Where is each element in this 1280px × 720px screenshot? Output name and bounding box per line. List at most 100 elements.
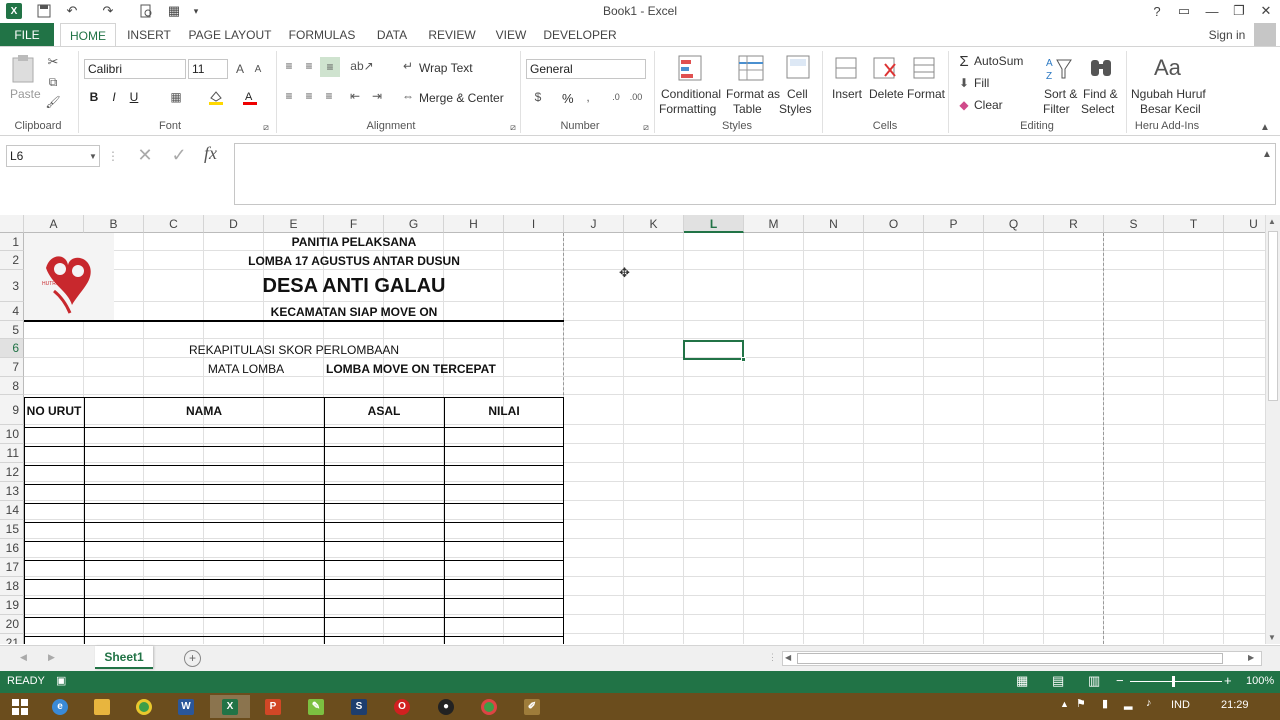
fill-label[interactable]: Fill <box>974 76 989 90</box>
page-break-view-icon[interactable]: ▥ <box>1088 673 1100 689</box>
column-header-s[interactable]: S <box>1104 215 1164 233</box>
column-header-q[interactable]: Q <box>984 215 1044 233</box>
align-center-icon[interactable]: ≡ <box>300 87 318 105</box>
column-header-f[interactable]: F <box>324 215 384 233</box>
notepad-plus-icon[interactable]: ✎ <box>296 695 336 718</box>
row-header-11[interactable]: 11 <box>0 444 24 463</box>
row-header-17[interactable]: 17 <box>0 558 24 577</box>
column-header-l[interactable]: L <box>684 215 744 233</box>
align-top-icon[interactable]: ≡ <box>280 57 298 75</box>
sheet-tab-sheet1[interactable]: Sheet1 <box>95 646 153 669</box>
scroll-left-icon[interactable]: ◀ <box>785 653 791 662</box>
column-header-r[interactable]: R <box>1044 215 1104 233</box>
column-header-c[interactable]: C <box>144 215 204 233</box>
orientation-icon[interactable]: ab↗ <box>350 57 374 75</box>
column-header-o[interactable]: O <box>864 215 924 233</box>
row-header-3[interactable]: 3 <box>0 270 24 302</box>
cut-icon[interactable]: ✂ <box>44 53 62 71</box>
increase-indent-icon[interactable]: ⇥ <box>368 87 386 105</box>
grow-font-icon[interactable]: A <box>232 59 248 79</box>
volume-icon[interactable]: ♪ <box>1146 697 1152 709</box>
collapse-ribbon-icon[interactable]: ▲ <box>1258 121 1272 133</box>
tab-file[interactable]: FILE <box>0 23 54 47</box>
row-header-2[interactable]: 2 <box>0 251 24 270</box>
normal-view-icon[interactable]: ▦ <box>1016 673 1028 689</box>
ie-icon[interactable]: e <box>40 695 80 718</box>
new-sheet-icon[interactable]: + <box>184 650 201 667</box>
close-button[interactable]: ✕ <box>1252 0 1280 22</box>
autosum-icon[interactable]: Σ <box>956 52 972 70</box>
conditional-formatting-label-1[interactable]: Conditional <box>661 87 721 101</box>
fill-color-icon[interactable] <box>206 87 226 107</box>
paste-label[interactable]: Paste <box>10 87 41 101</box>
scroll-down-icon[interactable]: ▼ <box>1268 633 1276 642</box>
page-layout-view-icon[interactable]: ▤ <box>1052 673 1064 689</box>
clear-label[interactable]: Clear <box>974 98 1003 112</box>
row-header-7[interactable]: 7 <box>0 358 24 377</box>
restore-button[interactable]: ❐ <box>1225 0 1253 22</box>
column-header-i[interactable]: I <box>504 215 564 233</box>
find-select-label-1[interactable]: Find & <box>1083 87 1118 101</box>
ribbon-display-options-icon[interactable]: ▭ <box>1170 0 1198 22</box>
tab-page-layout[interactable]: PAGE LAYOUT <box>184 23 276 47</box>
account-avatar[interactable] <box>1254 23 1276 47</box>
app-s-icon[interactable]: S <box>339 695 379 718</box>
accounting-format-icon[interactable]: $ <box>528 87 548 107</box>
sort-filter-label-2[interactable]: Filter <box>1043 102 1070 116</box>
chrome-icon[interactable] <box>124 695 164 718</box>
align-bottom-icon[interactable]: ≡ <box>320 57 340 77</box>
delete-cells-icon[interactable] <box>870 53 898 85</box>
flag-icon[interactable]: ⚑ <box>1076 697 1086 710</box>
row-header-10[interactable]: 10 <box>0 425 24 444</box>
row-header-8[interactable]: 8 <box>0 377 24 395</box>
merge-center-icon[interactable]: ⇔ <box>400 88 416 104</box>
select-all-corner[interactable] <box>0 215 24 233</box>
insert-cells-label[interactable]: Insert <box>832 87 862 101</box>
format-painter-icon[interactable]: 🖌 <box>44 93 62 111</box>
cell-styles-icon[interactable] <box>784 53 812 85</box>
worksheet-grid[interactable]: ABCDEFGHIJKLMNOPQRSTU 1 2 3 4 5 6 7 8 9 10 11 12 13 1… <box>0 215 1265 644</box>
copy-icon[interactable]: ⧉ <box>44 73 62 91</box>
chrome-icon-2[interactable] <box>469 695 509 718</box>
row-header-1[interactable]: 1 <box>0 233 24 251</box>
scroll-up-icon[interactable]: ▲ <box>1268 217 1276 226</box>
number-format-box[interactable]: General <box>526 59 646 79</box>
sort-filter-label-1[interactable]: Sort & <box>1044 87 1077 101</box>
zoom-out-icon[interactable]: − <box>1116 673 1124 688</box>
tab-formulas[interactable]: FORMULAS <box>284 23 360 47</box>
insert-function-icon[interactable]: fx <box>204 143 217 164</box>
borders-icon[interactable]: ▦ <box>166 87 186 107</box>
number-dialog-launcher-icon[interactable]: ⧄ <box>640 121 652 133</box>
media-app-icon[interactable]: ● <box>426 695 466 718</box>
column-header-h[interactable]: H <box>444 215 504 233</box>
column-header-k[interactable]: K <box>624 215 684 233</box>
wrap-text-label[interactable]: Wrap Text <box>419 61 473 75</box>
fill-handle[interactable] <box>741 357 746 362</box>
name-box-dropdown-icon[interactable]: ▼ <box>88 147 98 165</box>
align-middle-icon[interactable]: ≡ <box>300 57 318 75</box>
column-header-u[interactable]: U <box>1224 215 1265 233</box>
next-sheet-icon[interactable]: ▶ <box>48 652 55 663</box>
row-header-21[interactable]: 21 <box>0 634 24 644</box>
column-header-a[interactable]: A <box>24 215 84 233</box>
font-size-box[interactable]: 11 <box>188 59 228 79</box>
start-button-icon[interactable] <box>0 695 40 718</box>
tab-home[interactable]: HOME <box>60 23 116 47</box>
column-header-d[interactable]: D <box>204 215 264 233</box>
show-hidden-icons[interactable]: ▲ <box>1060 699 1069 709</box>
format-cells-label[interactable]: Format <box>907 87 945 101</box>
row-header-19[interactable]: 19 <box>0 596 24 615</box>
percent-style-button[interactable]: % <box>562 91 574 106</box>
horizontal-scroll-thumb[interactable] <box>797 653 1223 664</box>
font-color-icon[interactable]: A <box>240 87 260 107</box>
find-select-icon[interactable] <box>1086 53 1116 85</box>
name-box[interactable]: L6 <box>6 145 100 167</box>
format-as-table-icon[interactable] <box>736 53 766 85</box>
font-dialog-launcher-icon[interactable]: ⧄ <box>260 121 272 133</box>
addin-label-2[interactable]: Besar Kecil <box>1140 102 1201 116</box>
macro-record-icon[interactable]: ▣ <box>56 674 66 687</box>
row-header-16[interactable]: 16 <box>0 539 24 558</box>
tab-developer[interactable]: DEVELOPER <box>542 23 618 47</box>
find-select-label-2[interactable]: Select <box>1081 102 1114 116</box>
vertical-scroll-thumb[interactable] <box>1268 231 1278 401</box>
